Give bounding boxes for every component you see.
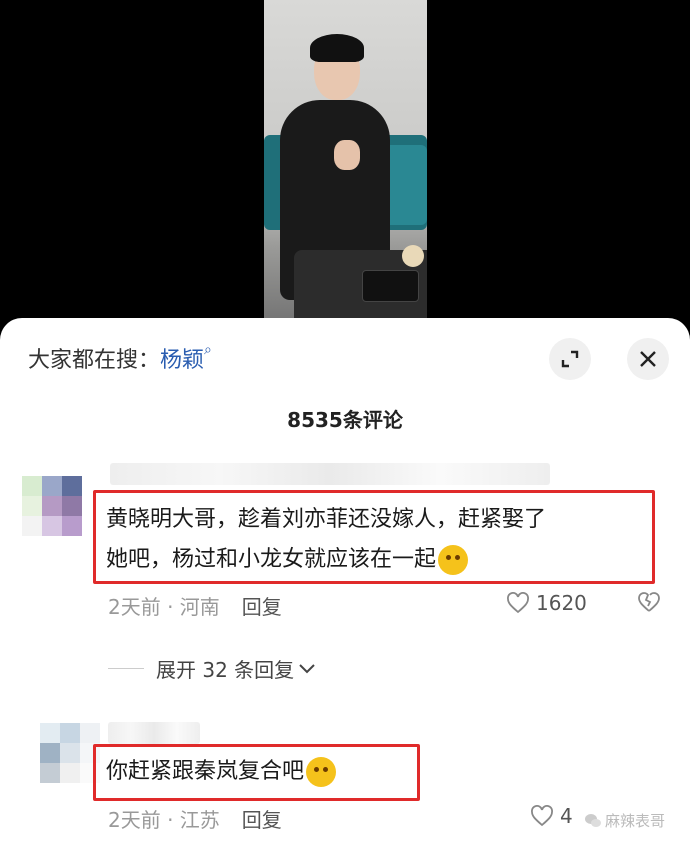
search-icon: ⌕ — [204, 342, 212, 358]
comment-meta: 2天前 · 江苏 回复 — [108, 804, 282, 833]
comment-text-line: 你赶紧跟秦岚复合吧 — [106, 759, 305, 784]
smirk-emoji-icon — [438, 545, 469, 575]
expand-icon — [561, 350, 579, 368]
comment-text-line: 她吧，杨过和小龙女就应该在一起 — [106, 540, 642, 580]
blurred-username — [108, 722, 200, 744]
comment-meta: 2天前 · 河南 回复 — [108, 591, 282, 620]
reply-button[interactable]: 回复 — [242, 595, 282, 619]
expand-replies-label: 展开 32 条回复 — [156, 658, 295, 682]
expand-replies-button[interactable]: 展开 32 条回复 — [108, 654, 316, 683]
broken-heart-icon — [638, 592, 660, 612]
comment-sheet: 大家都在搜：杨颖⌕ 8535条评论 黄晓明大哥，趁着刘亦菲还没嫁人，赶紧娶了 她… — [0, 318, 690, 849]
comment-text-highlight: 黄晓明大哥，趁着刘亦菲还没嫁人，赶紧娶了 她吧，杨过和小龙女就应该在一起 — [93, 490, 655, 584]
reply-button[interactable]: 回复 — [242, 808, 282, 832]
blurred-username — [110, 463, 550, 485]
comment-text-highlight: 你赶紧跟秦岚复合吧 — [93, 744, 420, 801]
close-button[interactable] — [627, 338, 669, 380]
video-cup — [402, 245, 424, 267]
video-phone — [362, 270, 419, 302]
avatar[interactable] — [40, 723, 100, 783]
like-button[interactable]: 4 — [530, 804, 573, 828]
avatar[interactable] — [22, 476, 82, 536]
laughing-emoji-icon — [306, 757, 337, 787]
video-player[interactable] — [264, 0, 427, 330]
watermark-text: 麻辣表哥 — [605, 812, 666, 830]
watermark: 麻辣表哥 — [584, 810, 665, 831]
trending-search[interactable]: 大家都在搜：杨颖⌕ — [28, 342, 212, 374]
like-count: 1620 — [536, 591, 587, 615]
expand-button[interactable] — [549, 338, 591, 380]
chevron-down-icon — [299, 663, 315, 673]
video-person-hand — [334, 140, 360, 170]
comment-text-line: 黄晓明大哥，趁着刘亦菲还没嫁人，赶紧娶了 — [106, 507, 547, 532]
like-button[interactable]: 1620 — [506, 591, 587, 615]
trending-search-label: 大家都在搜： — [28, 348, 161, 373]
comment-count-title: 8535条评论 — [287, 408, 403, 432]
comment-time-location: 2天前 · 江苏 — [108, 808, 220, 832]
comment-time-location: 2天前 · 河南 — [108, 595, 220, 619]
trending-search-term[interactable]: 杨颖 — [160, 348, 204, 373]
divider-line — [108, 668, 144, 669]
close-icon — [640, 351, 656, 367]
dislike-button[interactable] — [636, 590, 662, 618]
video-person-hair — [310, 34, 364, 62]
wechat-logo-icon — [585, 813, 601, 827]
heart-icon — [531, 805, 553, 827]
like-count: 4 — [560, 804, 573, 828]
heart-icon — [507, 592, 529, 614]
